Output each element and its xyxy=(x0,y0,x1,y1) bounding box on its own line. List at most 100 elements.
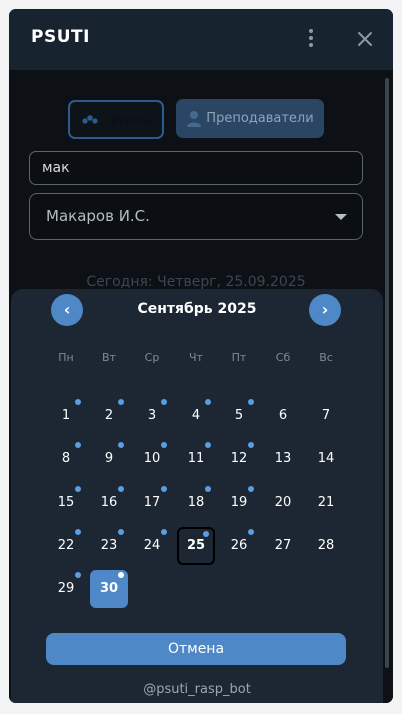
day-number: 14 xyxy=(317,451,335,466)
calendar-day[interactable]: 16 xyxy=(90,484,128,522)
calendar-day[interactable]: 7 xyxy=(307,397,345,435)
day-number: 27 xyxy=(274,538,292,553)
has-classes-dot-icon xyxy=(205,442,211,448)
tab-teachers-label: Преподаватели xyxy=(206,111,314,126)
close-icon[interactable] xyxy=(353,27,377,51)
has-classes-dot-icon xyxy=(75,529,81,535)
day-number: 23 xyxy=(100,538,118,553)
next-month-button[interactable]: › xyxy=(309,294,341,326)
calendar-day[interactable]: 26 xyxy=(220,527,258,565)
calendar-day[interactable]: 8 xyxy=(47,440,85,478)
has-classes-dot-icon xyxy=(161,442,167,448)
day-number: 4 xyxy=(191,408,201,423)
chevron-down-icon xyxy=(335,214,347,220)
has-classes-dot-icon xyxy=(161,399,167,405)
day-number: 12 xyxy=(230,451,248,466)
day-number: 26 xyxy=(230,538,248,553)
day-number: 11 xyxy=(187,451,205,466)
has-classes-dot-icon xyxy=(248,399,254,405)
weekday-header: Ср xyxy=(144,351,160,364)
day-number: 13 xyxy=(274,451,292,466)
calendar-day[interactable]: 19 xyxy=(220,484,258,522)
has-classes-dot-icon xyxy=(118,529,124,535)
app-header: PSUTI xyxy=(9,9,393,70)
day-number: 15 xyxy=(57,495,75,510)
day-number: 18 xyxy=(187,495,205,510)
calendar-day[interactable]: 4 xyxy=(177,397,215,435)
day-number: 2 xyxy=(104,408,114,423)
date-picker-panel: ‹ Сентябрь 2025 › Отмена @psuti_rasp_bot… xyxy=(11,289,383,703)
scrollbar[interactable] xyxy=(385,78,389,668)
has-classes-dot-icon xyxy=(205,399,211,405)
day-number: 5 xyxy=(234,408,244,423)
weekday-header: Чт xyxy=(189,351,203,364)
day-number: 9 xyxy=(104,451,114,466)
day-number: 8 xyxy=(61,451,71,466)
has-classes-dot-icon xyxy=(118,442,124,448)
calendar-day[interactable]: 27 xyxy=(264,527,302,565)
weekday-header: Пт xyxy=(231,351,247,364)
calendar-day[interactable]: 12 xyxy=(220,440,258,478)
day-number: 7 xyxy=(321,408,331,423)
calendar-day[interactable]: 6 xyxy=(264,397,302,435)
search-input[interactable]: мак xyxy=(29,151,363,185)
kebab-menu-icon[interactable] xyxy=(305,29,317,49)
calendar-day[interactable]: 23 xyxy=(90,527,128,565)
day-number: 19 xyxy=(230,495,248,510)
calendar-day[interactable]: 9 xyxy=(90,440,128,478)
day-number: 28 xyxy=(317,538,335,553)
teacher-select[interactable]: Макаров И.С. xyxy=(29,193,363,240)
calendar-day[interactable]: 28 xyxy=(307,527,345,565)
calendar-day[interactable]: 20 xyxy=(264,484,302,522)
calendar-day[interactable]: 2 xyxy=(90,397,128,435)
calendar-day[interactable]: 11 xyxy=(177,440,215,478)
day-number: 17 xyxy=(143,495,161,510)
day-number: 30 xyxy=(99,581,119,596)
calendar-day[interactable]: 29 xyxy=(47,570,85,608)
weekday-header: Пн xyxy=(58,351,74,364)
calendar-day[interactable]: 13 xyxy=(264,440,302,478)
calendar-day[interactable]: 24 xyxy=(133,527,171,565)
has-classes-dot-icon xyxy=(203,531,209,537)
has-classes-dot-icon xyxy=(118,486,124,492)
tab-teachers[interactable]: Преподаватели xyxy=(176,99,324,138)
app-title: PSUTI xyxy=(31,27,90,47)
mini-app-window: PSUTI Группы Преподаватели мак Макаров И… xyxy=(9,9,393,703)
day-number: 21 xyxy=(317,495,335,510)
has-classes-dot-icon xyxy=(161,529,167,535)
today-label: Сегодня: Четверг, 25.09.2025 xyxy=(86,274,306,290)
calendar-day[interactable]: 1 xyxy=(47,397,85,435)
calendar-day[interactable]: 3 xyxy=(133,397,171,435)
has-classes-dot-icon xyxy=(118,399,124,405)
teacher-icon xyxy=(187,110,202,127)
has-classes-dot-icon xyxy=(248,442,254,448)
has-classes-dot-icon xyxy=(248,486,254,492)
calendar-day[interactable]: 30 xyxy=(90,570,128,608)
has-classes-dot-icon xyxy=(161,486,167,492)
has-classes-dot-icon xyxy=(205,486,211,492)
calendar-day[interactable]: 14 xyxy=(307,440,345,478)
tab-groups-label: Группы xyxy=(103,112,151,127)
day-number: 16 xyxy=(100,495,118,510)
calendar-day[interactable]: 5 xyxy=(220,397,258,435)
day-number: 3 xyxy=(147,408,157,423)
groups-icon xyxy=(82,114,98,124)
main-content: Группы Преподаватели мак Макаров И.С. Се… xyxy=(9,70,393,703)
cancel-button[interactable]: Отмена xyxy=(46,633,346,665)
has-classes-dot-icon xyxy=(75,399,81,405)
has-classes-dot-icon xyxy=(248,529,254,535)
tab-groups[interactable]: Группы xyxy=(68,100,164,139)
calendar-day[interactable]: 10 xyxy=(133,440,171,478)
calendar-day[interactable]: 17 xyxy=(133,484,171,522)
calendar-day[interactable]: 21 xyxy=(307,484,345,522)
has-classes-dot-icon xyxy=(118,572,124,578)
has-classes-dot-icon xyxy=(75,442,81,448)
calendar-day[interactable]: 15 xyxy=(47,484,85,522)
calendar-day[interactable]: 22 xyxy=(47,527,85,565)
calendar-day[interactable]: 18 xyxy=(177,484,215,522)
teacher-select-value: Макаров И.С. xyxy=(46,207,150,225)
day-number: 1 xyxy=(61,408,71,423)
day-number: 6 xyxy=(278,408,288,423)
calendar-day[interactable]: 25 xyxy=(177,527,215,565)
day-number: 29 xyxy=(57,581,75,596)
